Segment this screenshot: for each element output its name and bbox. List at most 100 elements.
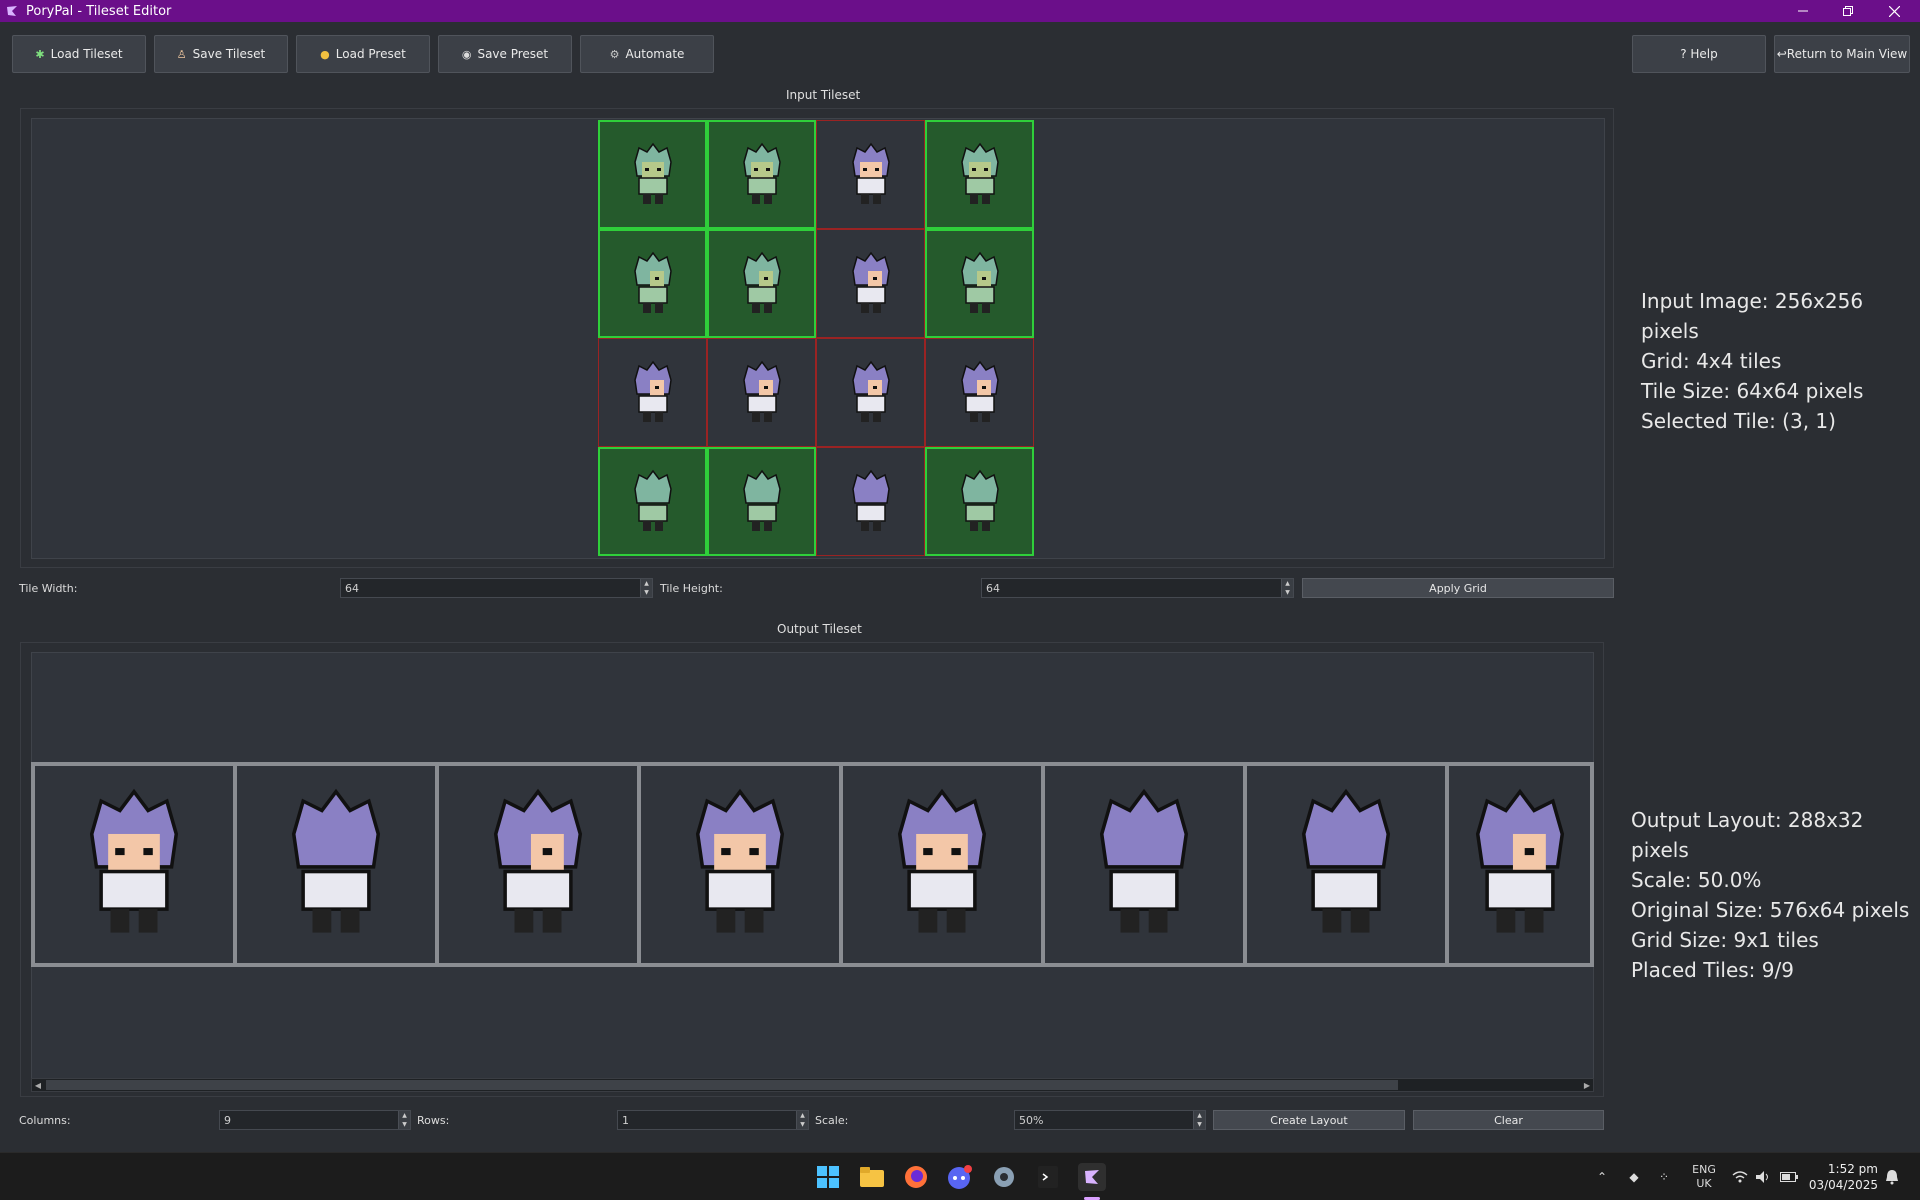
folder-icon: ●: [320, 47, 330, 61]
minimize-button[interactable]: [1781, 0, 1825, 22]
output-tile[interactable]: [1041, 762, 1247, 967]
title-bar: PoryPal - Tileset Editor: [0, 0, 1920, 22]
sprite-icon: [742, 251, 781, 313]
discord-icon[interactable]: [946, 1163, 974, 1191]
language-indicator[interactable]: ENG UK: [1684, 1153, 1724, 1200]
sprite-icon: [1099, 788, 1189, 933]
input-tile[interactable]: [707, 338, 816, 447]
scroll-left-icon[interactable]: ◀: [32, 1079, 44, 1091]
tile-width-spinbox[interactable]: 64 ▲ ▼: [340, 578, 653, 598]
spin-arrows-icon[interactable]: ▲ ▼: [796, 1111, 808, 1129]
sprite-icon: [493, 788, 583, 933]
spin-arrows-icon[interactable]: ▲ ▼: [398, 1111, 410, 1129]
sprite-icon: [1475, 788, 1564, 933]
input-tile[interactable]: [598, 120, 707, 229]
input-tile[interactable]: [925, 338, 1034, 447]
wifi-icon[interactable]: [1730, 1153, 1750, 1200]
input-tile[interactable]: [816, 338, 925, 447]
spin-arrows-icon[interactable]: ▲ ▼: [1281, 579, 1293, 597]
settings-icon[interactable]: [990, 1163, 1018, 1191]
input-tile[interactable]: [598, 338, 707, 447]
spin-arrows-icon[interactable]: ▲ ▼: [1193, 1111, 1205, 1129]
input-tile[interactable]: [925, 447, 1034, 556]
output-placed-tiles: Placed Tiles: 9/9: [1631, 958, 1794, 982]
scale-spinbox[interactable]: 50% ▲ ▼: [1014, 1110, 1206, 1130]
load-tileset-button[interactable]: ✱ Load Tileset: [12, 35, 146, 73]
sprite-icon: [851, 360, 890, 422]
input-tileset-label: Input Tileset: [786, 88, 861, 102]
scroll-right-icon[interactable]: ▶: [1581, 1079, 1593, 1091]
input-tile[interactable]: [816, 447, 925, 556]
spin-arrows-icon[interactable]: ▲ ▼: [640, 579, 652, 597]
output-tileset-label: Output Tileset: [777, 622, 862, 636]
tile-width-label: Tile Width:: [19, 582, 78, 595]
output-tile[interactable]: [1445, 762, 1594, 967]
input-tile[interactable]: [598, 447, 707, 556]
onedrive-icon[interactable]: ◆: [1622, 1153, 1646, 1200]
terminal-app-icon[interactable]: [1034, 1163, 1062, 1191]
input-tile-grid: [598, 120, 1036, 558]
volume-icon[interactable]: [1754, 1153, 1774, 1200]
output-tile[interactable]: [233, 762, 439, 967]
output-tile[interactable]: [31, 762, 237, 967]
load-preset-button[interactable]: ● Load Preset: [296, 35, 430, 73]
sprite-icon: [851, 469, 890, 531]
output-horizontal-scrollbar[interactable]: ◀ ▶: [31, 1078, 1594, 1092]
battery-icon[interactable]: [1778, 1153, 1800, 1200]
notification-bell-icon[interactable]: [1880, 1153, 1904, 1200]
columns-label: Columns:: [19, 1114, 71, 1127]
automate-label: Automate: [625, 47, 685, 61]
porypal-taskbar-icon[interactable]: [1078, 1163, 1106, 1191]
output-tile[interactable]: [1243, 762, 1449, 967]
restore-button[interactable]: [1826, 0, 1870, 22]
help-button[interactable]: ? Help: [1632, 35, 1766, 73]
sprite-icon: [633, 142, 672, 204]
create-layout-button[interactable]: Create Layout: [1213, 1110, 1405, 1130]
output-scale: Scale: 50.0%: [1631, 868, 1762, 892]
tile-height-label: Tile Height:: [660, 582, 723, 595]
input-tile[interactable]: [816, 120, 925, 229]
output-grid-size: Grid Size: 9x1 tiles: [1631, 928, 1819, 952]
tile-height-spinbox[interactable]: 64 ▲ ▼: [981, 578, 1294, 598]
input-tile[interactable]: [925, 120, 1034, 229]
input-tile[interactable]: [816, 229, 925, 338]
output-tile-strip: [31, 762, 1594, 967]
output-tile[interactable]: [839, 762, 1045, 967]
scrollbar-thumb[interactable]: [46, 1080, 1398, 1090]
columns-spinbox[interactable]: 9 ▲ ▼: [219, 1110, 411, 1130]
automate-button[interactable]: ⚙ Automate: [580, 35, 714, 73]
file-explorer-icon[interactable]: [858, 1163, 886, 1191]
sprite-icon: [633, 469, 672, 531]
chevron-up-icon[interactable]: ⌃: [1592, 1153, 1612, 1200]
scale-label: Scale:: [815, 1114, 849, 1127]
rows-spinbox[interactable]: 1 ▲ ▼: [617, 1110, 809, 1130]
input-tile[interactable]: [707, 447, 816, 556]
sprite-icon: [742, 469, 781, 531]
input-tile[interactable]: [925, 229, 1034, 338]
columns-value: 9: [224, 1113, 231, 1127]
cog-icon: ⚙: [609, 47, 620, 61]
input-tile[interactable]: [598, 229, 707, 338]
firefox-icon[interactable]: [902, 1163, 930, 1191]
windows-start-icon[interactable]: [814, 1163, 842, 1191]
system-clock[interactable]: 1:52 pm 03/04/2025: [1809, 1161, 1878, 1193]
output-tile[interactable]: [435, 762, 641, 967]
sprite-icon: [960, 142, 999, 204]
sprite-icon: [897, 788, 987, 933]
rows-value: 1: [622, 1113, 629, 1127]
output-tile[interactable]: [637, 762, 843, 967]
close-button[interactable]: [1872, 0, 1916, 22]
clear-button[interactable]: Clear: [1413, 1110, 1604, 1130]
extra-tray-icon[interactable]: ⁘: [1652, 1153, 1676, 1200]
apply-grid-button[interactable]: Apply Grid: [1302, 578, 1614, 598]
sprite-icon: [695, 788, 785, 933]
restore-icon: [1843, 6, 1853, 16]
input-tile[interactable]: [707, 120, 816, 229]
save-preset-button[interactable]: ◉ Save Preset: [438, 35, 572, 73]
clock-time: 1:52 pm: [1827, 1162, 1878, 1176]
return-main-view-button[interactable]: ↩Return to Main View: [1774, 35, 1910, 73]
tile-height-value: 64: [986, 581, 1000, 595]
input-tile[interactable]: [707, 229, 816, 338]
output-layout-size: Output Layout: 288x32 pixels: [1631, 808, 1864, 862]
save-tileset-button[interactable]: ♙ Save Tileset: [154, 35, 288, 73]
